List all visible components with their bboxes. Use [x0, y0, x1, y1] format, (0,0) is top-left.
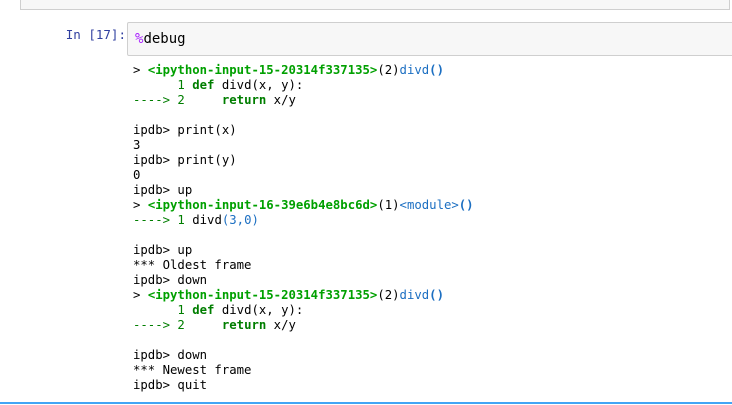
frame-module-name: <module> — [399, 198, 459, 212]
function-name: divd — [214, 303, 252, 317]
keyword: def — [192, 303, 215, 317]
ipdb-command-line: ipdb> down — [133, 348, 208, 362]
ipdb-command-line: ipdb> up — [133, 183, 193, 197]
current-line-arrow: ----> 2 — [133, 93, 185, 107]
frame-marker: > — [133, 63, 148, 77]
debugger-output: > <ipython-input-15-20314f337135>(2)divd… — [133, 63, 728, 393]
notebook-cell[interactable]: In [17]: %debug > <ipython-input-15-2031… — [0, 18, 732, 403]
magic-name: debug — [143, 31, 186, 47]
source-line: 1 def divd(x, y): — [133, 303, 728, 318]
current-source-line: ----> 2 return x/y — [133, 93, 728, 108]
current-source-line: ----> 2 return x/y — [133, 318, 728, 333]
function-args: (x, y): — [251, 78, 304, 92]
ipdb-result-line: 0 — [133, 168, 141, 182]
frame-header-line: > <ipython-input-15-20314f337135>(2)divd… — [133, 288, 728, 303]
frame-header-line: > <ipython-input-16-39e6b4e8bc6d>(1)<mod… — [133, 198, 728, 213]
input-prompt: In [17]: — [65, 27, 126, 42]
code-line[interactable]: %debug — [135, 31, 186, 47]
frame-line-number: (2) — [377, 63, 400, 77]
frame-header-line: > <ipython-input-15-20314f337135>(2)divd… — [133, 63, 728, 78]
source-line-number: 1 — [133, 303, 193, 317]
keyword: return — [221, 93, 267, 107]
code-input-area[interactable]: %debug — [127, 22, 732, 56]
current-line-arrow: ----> 1 — [133, 213, 185, 227]
keyword: return — [221, 318, 267, 332]
source-line-number: 1 — [133, 78, 193, 92]
frame-line-number: (2) — [377, 288, 400, 302]
ipdb-command-line: ipdb> print(x) — [133, 123, 237, 137]
cell-selection-rule — [0, 402, 732, 404]
frame-line-number: (1) — [377, 198, 400, 212]
frame-parens: () — [429, 288, 444, 302]
ipdb-command-line: ipdb> quit — [133, 378, 208, 392]
keyword: def — [192, 78, 215, 92]
function-name: divd — [214, 78, 252, 92]
frame-source: <ipython-input-15-20314f337135> — [147, 63, 378, 77]
frame-marker: > — [133, 288, 148, 302]
ipdb-message-line: *** Newest frame — [133, 363, 252, 377]
source-line: 1 def divd(x, y): — [133, 78, 728, 93]
call-args: (3,0) — [221, 213, 259, 227]
frame-parens: () — [429, 63, 444, 77]
frame-source: <ipython-input-16-39e6b4e8bc6d> — [147, 198, 378, 212]
ipdb-command-line: ipdb> up — [133, 243, 193, 257]
ipdb-message-line: *** Oldest frame — [133, 258, 252, 272]
frame-parens: () — [458, 198, 474, 212]
current-source-line: ----> 1 divd(3,0) — [133, 213, 728, 228]
current-line-arrow: ----> 2 — [133, 318, 185, 332]
ipdb-command-line: ipdb> print(y) — [133, 153, 237, 167]
ipdb-result-line: 3 — [133, 138, 141, 152]
expression: x/y — [266, 93, 296, 107]
function-name: divd — [184, 213, 222, 227]
previous-cell-edge — [20, 0, 730, 10]
expression: x/y — [266, 318, 296, 332]
ipdb-command-line: ipdb> down — [133, 273, 208, 287]
frame-function-name: divd — [399, 288, 430, 302]
frame-source: <ipython-input-15-20314f337135> — [147, 288, 378, 302]
frame-function-name: divd — [399, 63, 430, 77]
function-args: (x, y): — [251, 303, 304, 317]
frame-marker: > — [133, 198, 148, 212]
